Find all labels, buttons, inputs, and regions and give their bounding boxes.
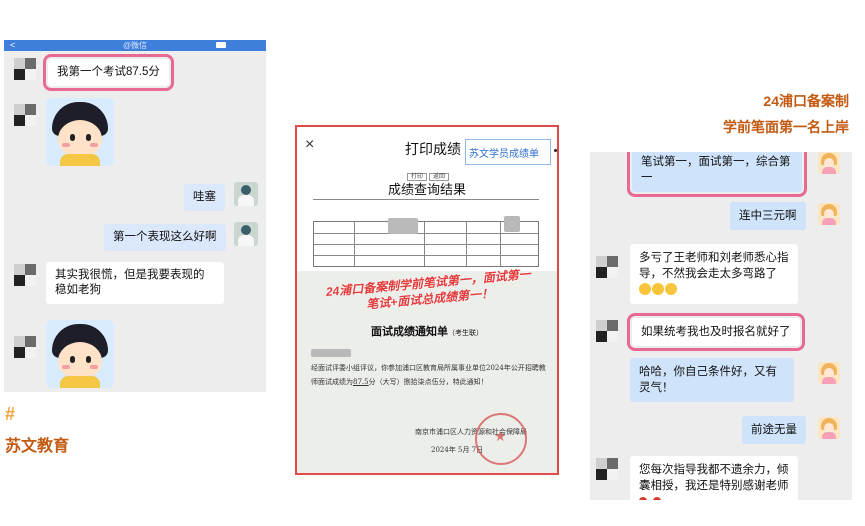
caption-line-1: 24浦口备案制 [763, 93, 849, 109]
chat-message: 第一个表现这么好啊 [104, 224, 226, 251]
student-avatar [14, 264, 36, 286]
chat-message: 您每次指导我都不遗余力，倾囊相授，我还是特别感谢老师 [630, 456, 798, 500]
student-score-tag: 苏文学员成绩单 [465, 139, 551, 165]
right-chat-screenshot: 笔试第一，面试第一，综合第一 连中三元啊 多亏了王老师和刘老师悉心指导，不然我会… [590, 152, 852, 500]
teacher-avatar [818, 203, 840, 225]
sticker-image [46, 320, 114, 388]
teacher-avatar [234, 222, 258, 246]
teacher-avatar [818, 417, 840, 439]
notice-title-main: 面试成绩通知单 [371, 325, 448, 338]
left-chat-screenshot: < @微信 我第一个考试87.5分 哇塞 第一个表现这么好啊 其实我很慌，但是我… [4, 40, 266, 392]
chat-message: 哇塞 [184, 184, 225, 211]
teacher-avatar [234, 182, 258, 206]
emoji-icon [653, 497, 661, 500]
emoji-icon [665, 283, 677, 295]
redacted-id [504, 216, 520, 232]
chat-message: 笔试第一，面试第一，综合第一 [627, 152, 807, 197]
emoji-icon [639, 283, 651, 295]
notice-body: 经面试评委小组评议，你参加浦口区教育局所属事业单位2024年公开招聘教师面试成绩… [311, 361, 551, 389]
divider [313, 199, 539, 200]
chat-message: 如果统考我也及时报名就好了 [627, 313, 805, 351]
teacher-avatar [818, 362, 840, 384]
chat-title: @微信 [122, 41, 148, 50]
teacher-avatar [818, 152, 840, 174]
chat-message: 前途无量 [742, 416, 806, 444]
chat-message-text: 多亏了王老师和刘老师悉心指导，不然我会走太多弯路了 [639, 252, 789, 280]
chat-message: 其实我很慌，但是我要表现的稳如老狗 [46, 262, 224, 304]
print-header: × 打印成绩 苏文学员成绩单 [297, 127, 557, 165]
student-avatar [14, 58, 36, 80]
close-icon[interactable]: × [305, 136, 314, 154]
student-avatar [14, 104, 36, 126]
emoji-icon [639, 497, 647, 500]
redacted-name [388, 218, 418, 234]
score-report-screenshot: × 打印成绩 苏文学员成绩单 打印 返回 成绩查询结果 24浦口备案制学前笔试第一… [295, 125, 559, 475]
brand-name: 苏文教育 [5, 438, 70, 455]
notice-body-2: 分（大写）捌拾柒点伍分，特此通知！ [368, 378, 488, 386]
back-icon[interactable]: < [10, 40, 15, 51]
print-title: 打印成绩 [405, 142, 461, 158]
chat-message: 我第一个考试87.5分 [43, 54, 174, 91]
chat-message: 多亏了王老师和刘老师悉心指导，不然我会走太多弯路了 [630, 244, 798, 304]
chat-message: 连中三元啊 [730, 202, 806, 230]
notice-score: 87.5 [353, 378, 369, 386]
official-seal [475, 413, 527, 465]
notice-subtitle: （考生联） [448, 329, 483, 337]
chat-message: 哈哈，你自己条件好，又有灵气！ [630, 358, 794, 402]
sticker-image [46, 98, 114, 166]
score-table [313, 216, 539, 267]
tag-dot [554, 149, 557, 152]
more-icon[interactable] [216, 42, 226, 48]
caption-line-2: 学前笔面第一名上岸 [723, 119, 849, 135]
chat-message-text: 您每次指导我都不遗余力，倾囊相授，我还是特别感谢老师 [639, 464, 789, 492]
hash-mark: # [5, 404, 16, 424]
student-avatar [596, 458, 618, 480]
chat-topbar: < @微信 [4, 40, 266, 51]
redacted-candidate [311, 349, 351, 357]
notice-title: 面试成绩通知单（考生联） [371, 323, 483, 339]
emoji-icon [652, 283, 664, 295]
student-avatar [596, 256, 618, 278]
student-avatar [596, 320, 618, 342]
student-avatar [14, 336, 36, 358]
result-title: 成绩查询结果 [387, 183, 466, 198]
